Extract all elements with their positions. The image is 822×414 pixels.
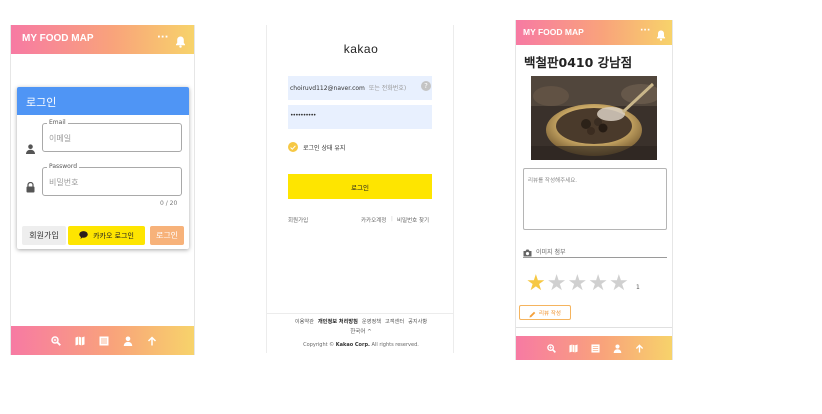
link-separator: | [391,216,393,222]
image-attach-input[interactable]: 이미지 첨부 [523,246,667,258]
check-icon [288,142,298,152]
app-header: MY FOOD MAP ··· [11,25,194,54]
search-icon[interactable] [50,335,62,347]
bell-icon[interactable] [656,26,666,45]
kakao-submit-button[interactable]: 로그인 [288,174,432,199]
write-review-label: 리뷰 작성 [539,310,561,317]
password-placeholder: 비밀번호 [49,178,79,187]
copyright-suffix: All rights reserved. [371,342,419,348]
password-field[interactable]: Password 비밀번호 [42,163,182,196]
kakao-id-placeholder-tail: 또는 전화번호) [368,85,407,92]
search-icon[interactable] [545,342,557,354]
kakao-password-value: •••••••••• [290,112,316,119]
user-icon[interactable] [122,335,134,347]
kakao-talk-icon [79,230,88,241]
bottom-nav [11,326,194,355]
footer-link-terms[interactable]: 이용약관 [295,318,314,325]
star-rating[interactable]: ★ ★ ★ ★ ★ [526,273,629,295]
footer-link-notice[interactable]: 공지사항 [408,318,427,325]
pencil-icon [529,303,536,322]
copyright-prefix: Copyright © [303,342,335,348]
kakao-submit-label: 로그인 [351,183,369,192]
password-label: Password [47,163,80,170]
lock-icon [26,178,35,197]
write-review-button[interactable]: 리뷰 작성 [519,305,571,320]
keep-login-label: 로그인 상태 유지 [303,144,346,152]
copyright: Copyright © Kakao Corp. All rights reser… [267,342,453,348]
login-card: 로그인 Email 이메일 Password 비밀번호 0 / 20 회원가입 … [17,87,189,249]
kakao-login-screen: kakao choiruvd112@naver.com 또는 전화번호) ? •… [266,25,454,353]
password-counter: 0 / 20 [160,200,178,207]
review-placeholder: 리뷰를 작성해주세요. [528,178,578,184]
find-account-link[interactable]: 카카오계정 [361,216,386,224]
kakao-password-input[interactable]: •••••••••• [288,105,432,129]
footer-link-policy[interactable]: 운영정책 [362,318,381,325]
star-2[interactable]: ★ [547,273,567,295]
star-1[interactable]: ★ [526,273,546,295]
kakao-id-input[interactable]: choiruvd112@naver.com 또는 전화번호) ? [288,76,432,100]
signup-button-label: 회원가입 [29,231,59,240]
list-icon[interactable] [589,342,601,354]
copyright-company: Kakao Corp. [335,342,370,348]
signup-button[interactable]: 회원가입 [22,226,66,245]
person-icon [26,139,35,158]
camera-icon [523,242,532,261]
keep-login-toggle[interactable]: 로그인 상태 유지 [288,142,345,152]
app-header: MY FOOD MAP ··· [516,20,672,45]
footer-divider [267,313,453,314]
kakao-login-label: 카카오 로그인 [93,231,134,240]
map-icon[interactable] [74,335,86,347]
help-icon[interactable]: ? [421,81,431,91]
email-field[interactable]: Email 이메일 [42,119,182,152]
login-button-label: 로그인 [155,231,179,240]
restaurant-name: 백철판0410 강남점 [524,55,633,70]
list-icon[interactable] [98,335,110,347]
star-3[interactable]: ★ [567,273,587,295]
kakao-footer-links: 이용약관 개인정보 처리방침 운영정책 고객센터 공지사항 [267,318,453,325]
more-icon[interactable]: ··· [640,26,650,36]
divider [516,327,672,328]
bottom-nav [516,336,672,360]
login-button[interactable]: 로그인 [150,226,184,245]
kakao-logo: kakao [343,42,379,56]
kakao-login-button[interactable]: 카카오 로그인 [68,226,145,245]
map-icon[interactable] [567,342,579,354]
arrow-up-icon[interactable] [146,335,158,347]
bell-icon[interactable] [175,33,186,52]
footer-link-support[interactable]: 고객센터 [385,318,404,325]
app-title: MY FOOD MAP [22,33,94,44]
restaurant-review-screen: MY FOOD MAP ··· 백철판0410 강남점 리뷰를 작성해주세요. … [515,20,673,360]
email-label: Email [47,119,68,126]
restaurant-photo [531,76,657,160]
star-4[interactable]: ★ [588,273,608,295]
email-placeholder: 이메일 [49,134,72,143]
footer-link-privacy[interactable]: 개인정보 처리방침 [318,318,358,325]
more-icon[interactable]: ··· [157,32,168,43]
star-5[interactable]: ★ [609,273,629,295]
arrow-up-icon[interactable] [633,342,645,354]
rating-value: 1 [636,284,640,291]
kakao-id-value: choiruvd112@naver.com [290,85,365,92]
app-title: MY FOOD MAP [523,27,584,37]
signup-link[interactable]: 회원가입 [288,216,308,224]
login-card-title: 로그인 [17,87,189,115]
find-password-link[interactable]: 비밀번호 찾기 [397,216,429,224]
image-attach-label: 이미지 첨부 [536,249,566,256]
user-icon[interactable] [611,342,623,354]
login-screen: MY FOOD MAP ··· 로그인 Email 이메일 Password 비… [10,25,195,355]
review-textarea[interactable]: 리뷰를 작성해주세요. [523,168,667,230]
language-selector[interactable]: 한국어 ^ [267,327,453,335]
